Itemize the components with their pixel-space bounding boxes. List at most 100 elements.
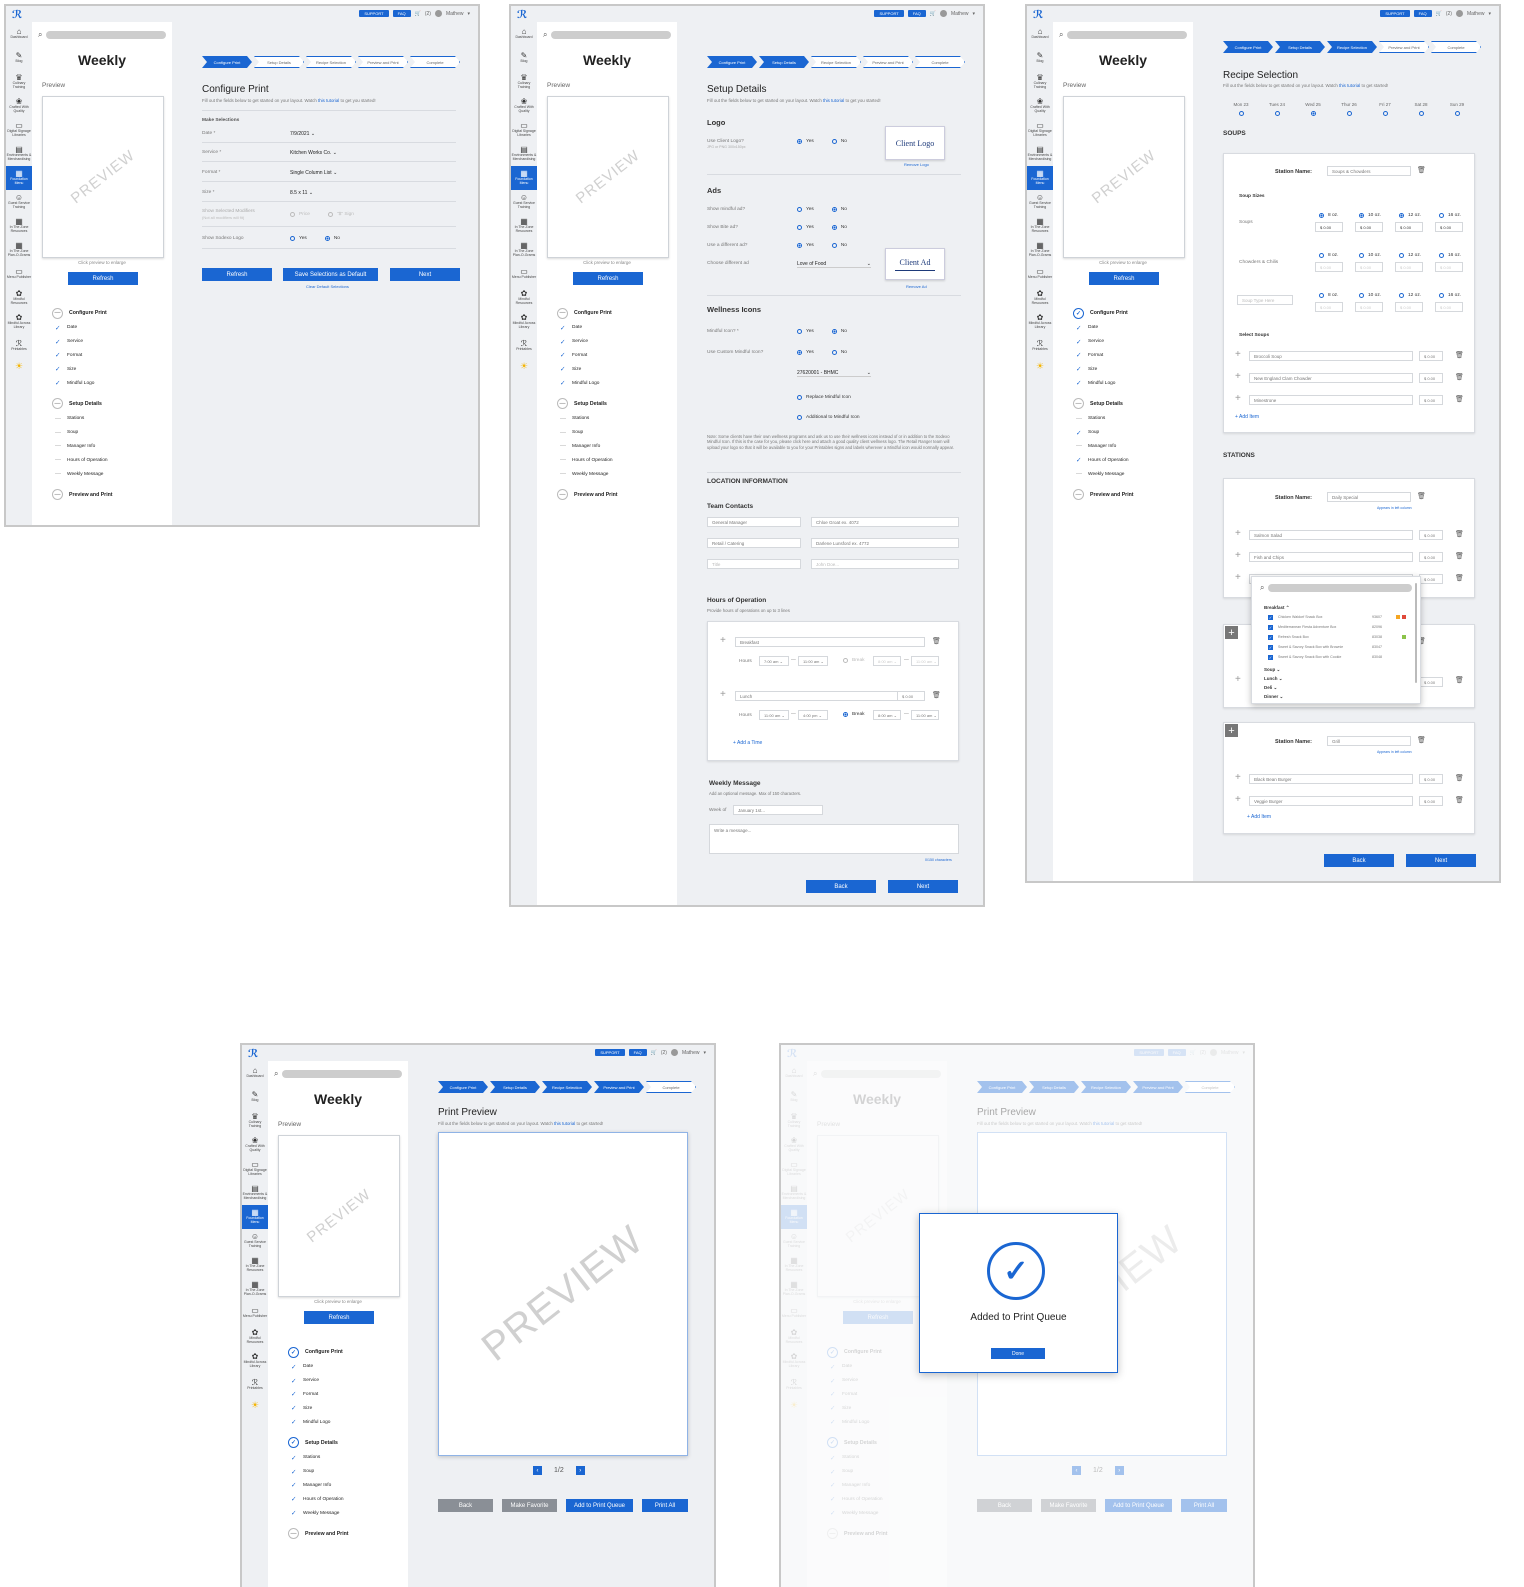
- hours-to-select[interactable]: 4:00 pm ⌄: [798, 710, 828, 720]
- size-price-input[interactable]: $ 0.00: [1315, 302, 1343, 312]
- trash-icon[interactable]: 🗑: [1417, 492, 1426, 500]
- radio-icon[interactable]: [1399, 253, 1404, 258]
- sidebar-item-culinary-training[interactable]: ♛Culinary Training: [1027, 70, 1053, 94]
- sidebar-item-blog[interactable]: ✎Blog: [6, 46, 32, 70]
- custom-icon-radio[interactable]: Yes No: [797, 350, 847, 355]
- back-button[interactable]: Back: [1324, 854, 1394, 867]
- sidebar-item-environments-merchandising[interactable]: ▤Environments & Merchandising: [511, 142, 537, 166]
- size-option[interactable]: 12 oz.: [1399, 213, 1421, 218]
- search-icon[interactable]: ⌕: [274, 1069, 278, 1079]
- checkbox-checked-icon[interactable]: ✓: [1268, 615, 1273, 620]
- sidebar-item-printables[interactable]: ℛPrintables: [1027, 334, 1053, 358]
- search-input[interactable]: [282, 1070, 402, 1078]
- day-option[interactable]: Wed 25: [1295, 102, 1331, 116]
- checkbox-checked-icon[interactable]: ✓: [1268, 645, 1273, 650]
- radio-icon[interactable]: [1319, 253, 1324, 258]
- print-all-button[interactable]: Print All: [642, 1499, 688, 1512]
- size-option[interactable]: 12 oz.: [1399, 253, 1421, 258]
- price-input[interactable]: $ 0.00: [1419, 351, 1443, 361]
- radio-icon[interactable]: [843, 712, 848, 717]
- soup-item-input[interactable]: New England Clam Chowder: [1249, 373, 1413, 383]
- sidebar-item-menu-publisher[interactable]: ▭Menu Publisher: [6, 262, 32, 286]
- plus-icon[interactable]: +: [1235, 573, 1241, 583]
- search-bar[interactable]: ⌕: [38, 30, 166, 40]
- sidebar-item-digital-signage-libraries[interactable]: ▭Digital Signage Libraries: [6, 118, 32, 142]
- tab-recipe-selection[interactable]: Recipe Selection: [542, 1081, 592, 1093]
- tab-configure-print[interactable]: Configure Print: [202, 56, 252, 68]
- plus-icon[interactable]: +: [1235, 394, 1241, 404]
- sidebar-item-printables[interactable]: ℛPrintables: [6, 334, 32, 358]
- modifiers-options[interactable]: Price "$" Sign: [290, 212, 354, 217]
- sidebar-item-digital-signage-libraries[interactable]: ▭Digital Signage Libraries: [511, 118, 537, 142]
- break-to-select[interactable]: 11:00 am ⌄: [911, 656, 939, 666]
- back-button[interactable]: Back: [806, 880, 876, 893]
- sidebar-item-mindful-resources[interactable]: ✿Mindful Resources: [1027, 286, 1053, 310]
- size-price-input[interactable]: $ 0.00: [1355, 302, 1383, 312]
- hours-name-input[interactable]: Breakfast: [735, 637, 925, 647]
- contact-role-input[interactable]: Title: [707, 559, 801, 569]
- price-input[interactable]: $ 0.00: [1419, 395, 1443, 405]
- station-3-input[interactable]: Grill: [1327, 736, 1411, 746]
- sidebar-item-crafted-with-quality[interactable]: ❀Crafted With Quality: [511, 94, 537, 118]
- tab-setup-details[interactable]: Setup Details: [254, 56, 304, 68]
- trash-icon[interactable]: 🗑: [1455, 351, 1464, 359]
- size-price-input[interactable]: $ 0.00: [1355, 262, 1383, 272]
- tab-configure-print[interactable]: Configure Print: [438, 1081, 488, 1093]
- size-option[interactable]: 16 oz.: [1439, 293, 1461, 298]
- refresh-button[interactable]: Refresh: [1089, 272, 1159, 285]
- sidebar-item-dashboard[interactable]: ⌂Dashboard: [1027, 22, 1053, 46]
- sidebar-item-mindful-resources[interactable]: ✿Mindful Resources: [6, 286, 32, 310]
- size-option[interactable]: 8 oz.: [1319, 253, 1338, 258]
- client-logo-image[interactable]: Client Logo: [885, 126, 945, 160]
- price-input[interactable]: $ 0.00: [1419, 574, 1443, 584]
- done-button[interactable]: Done: [991, 1348, 1045, 1359]
- contact-name-input[interactable]: Chloe Groat ex. 4072: [811, 517, 959, 527]
- trash-icon[interactable]: 🗑: [932, 691, 941, 699]
- sidebar-item-printables[interactable]: ℛPrintables: [242, 1373, 268, 1397]
- tab-setup-details[interactable]: Setup Details: [1275, 41, 1325, 53]
- sun-icon[interactable]: ☀: [511, 361, 537, 372]
- tab-complete[interactable]: Complete: [410, 56, 460, 68]
- contact-role-input[interactable]: General Manager: [707, 517, 801, 527]
- client-ad-image[interactable]: Client Ad: [885, 248, 945, 280]
- radio-icon[interactable]: [843, 658, 848, 663]
- radio-icon[interactable]: [1274, 111, 1280, 116]
- plus-icon[interactable]: +: [1235, 551, 1241, 561]
- size-option[interactable]: 12 oz.: [1399, 293, 1421, 298]
- sidebar-item-guest-service-training[interactable]: ☺Guest Service Training: [511, 190, 537, 214]
- trash-icon[interactable]: 🗑: [1455, 574, 1464, 582]
- tab-recipe-selection[interactable]: Recipe Selection: [1327, 41, 1377, 53]
- radio-icon[interactable]: [1418, 111, 1424, 116]
- next-button[interactable]: Next: [390, 268, 460, 281]
- search-icon[interactable]: ⌕: [1059, 30, 1063, 40]
- day-option[interactable]: Sun 29: [1439, 102, 1475, 116]
- radio-icon[interactable]: [1346, 111, 1352, 116]
- sidebar-item-dashboard[interactable]: ⌂Dashboard: [242, 1061, 268, 1085]
- sidebar-item-mindful-resources[interactable]: ✿Mindful Resources: [242, 1325, 268, 1349]
- tab-complete[interactable]: Complete: [915, 56, 965, 68]
- sidebar-item-digital-signage-libraries[interactable]: ▭Digital Signage Libraries: [242, 1157, 268, 1181]
- soup-item-input[interactable]: Minestrone: [1249, 395, 1413, 405]
- sidebar-item-in-the-zone-plan-o-grams[interactable]: ▦In The Zone Plan-O-Grams: [1027, 238, 1053, 262]
- hours-from-select[interactable]: 7:00 am ⌄: [759, 656, 789, 666]
- break-from-select[interactable]: 8:00 am ⌄: [873, 710, 901, 720]
- sidebar-item-in-the-zone-resources[interactable]: ▦In The Zone Resources: [511, 214, 537, 238]
- day-option[interactable]: Sat 28: [1403, 102, 1439, 116]
- hours-to-select[interactable]: 11:00 am ⌄: [798, 656, 828, 666]
- sidebar-item-foundation-menu[interactable]: ▦Foundation Menu: [511, 166, 537, 190]
- dropdown-search-input[interactable]: [1268, 584, 1412, 592]
- search-icon[interactable]: ⌕: [1260, 583, 1264, 593]
- checkbox-checked-icon[interactable]: ✓: [1268, 655, 1273, 660]
- sidebar-item-culinary-training[interactable]: ♛Culinary Training: [242, 1109, 268, 1133]
- tutorial-link[interactable]: this tutorial: [823, 98, 844, 103]
- dropdown-group-label[interactable]: Deli ⌄: [1264, 685, 1277, 691]
- search-input[interactable]: [1067, 31, 1187, 39]
- chevron-left-icon[interactable]: ‹: [533, 1466, 542, 1475]
- break-to-select[interactable]: 11:00 am ⌄: [911, 710, 939, 720]
- logo-icon[interactable]: ℛ: [517, 8, 527, 21]
- hours-from-select[interactable]: 11:00 am ⌄: [759, 710, 789, 720]
- price-input[interactable]: $ 0.00: [1419, 774, 1443, 784]
- radio-icon[interactable]: [1382, 111, 1388, 116]
- contact-role-input[interactable]: Retail / Catering: [707, 538, 801, 548]
- plus-icon[interactable]: +: [1235, 529, 1241, 539]
